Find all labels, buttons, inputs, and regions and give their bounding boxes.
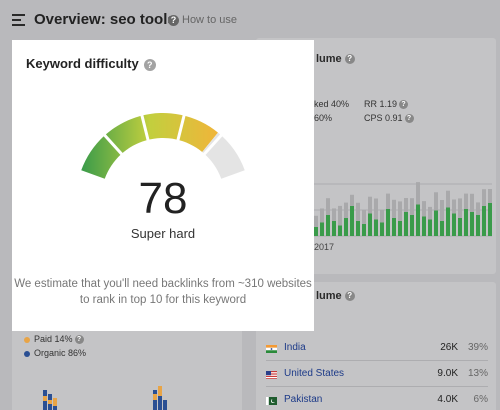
volume-bar-grey bbox=[458, 198, 462, 218]
keyword-difficulty-panel: Keyword difficulty? 78 Super hard We est… bbox=[12, 40, 314, 331]
volume-bar-green bbox=[464, 209, 468, 236]
volume-bar-green bbox=[374, 219, 378, 236]
country-row: Pakistan 4.0K 6% bbox=[266, 394, 488, 410]
volume-bar-grey bbox=[404, 198, 408, 212]
volume-bar-green bbox=[338, 225, 342, 236]
volume-bar-grey bbox=[446, 190, 450, 208]
traffic-share-card: Paid 14%? Organic 86% bbox=[12, 320, 242, 410]
india-flag-icon bbox=[266, 345, 277, 353]
volume-bar-grey bbox=[416, 182, 420, 205]
volume-bar-grey bbox=[314, 215, 318, 227]
year-label: 2017 bbox=[314, 242, 335, 252]
volume-bar-green bbox=[476, 215, 480, 236]
volume-bar-green bbox=[356, 221, 360, 236]
top-bar: Overview: seo tools ? How to use bbox=[0, 0, 500, 40]
country-volume: 9.0K bbox=[437, 368, 458, 379]
how-to-use-label: How to use bbox=[182, 14, 238, 26]
difficulty-score: 78 bbox=[138, 174, 188, 223]
volume-bar-grey bbox=[350, 194, 354, 206]
country-name[interactable]: India bbox=[284, 342, 306, 353]
how-to-use-link[interactable]: ? How to use bbox=[168, 14, 237, 26]
gauge-filled-arc bbox=[81, 113, 218, 179]
volume-bar-green bbox=[392, 218, 396, 236]
menu-icon[interactable] bbox=[12, 14, 25, 26]
volume-bar-green bbox=[404, 212, 408, 236]
difficulty-label: Super hard bbox=[130, 226, 196, 241]
country-volume: 4.0K bbox=[437, 394, 458, 405]
volume-bar-green bbox=[446, 207, 450, 236]
volume-bar-grey bbox=[386, 193, 390, 209]
country-name[interactable]: Pakistan bbox=[284, 394, 322, 405]
volume-bar-grey bbox=[452, 199, 456, 214]
country-row: United States 9.0K 13% bbox=[266, 368, 488, 388]
volume-bar-green bbox=[362, 224, 366, 236]
row-divider bbox=[266, 386, 488, 387]
volume-bar-grey bbox=[470, 193, 474, 212]
volume-bar-grey bbox=[482, 189, 486, 206]
volume-bar-grey bbox=[332, 208, 336, 221]
volume-bar-grey bbox=[380, 209, 384, 223]
help-icon[interactable]: ? bbox=[344, 291, 355, 302]
volume-bar-green bbox=[452, 213, 456, 236]
pakistan-flag-icon bbox=[266, 397, 277, 405]
volume-bar-grey bbox=[392, 199, 396, 218]
volume-bar-grey bbox=[428, 206, 432, 220]
volume-bar-grey bbox=[440, 200, 444, 221]
volume-bar-green bbox=[458, 218, 462, 236]
volume-bar-grey bbox=[362, 210, 366, 224]
country-name[interactable]: United States bbox=[284, 368, 344, 379]
volume-bar-green bbox=[380, 222, 384, 236]
country-percent: 39% bbox=[467, 342, 488, 353]
volume-bar-green bbox=[434, 210, 438, 236]
volume-bar-green bbox=[350, 206, 354, 236]
volume-bar-green bbox=[314, 227, 318, 236]
volume-bar-grey bbox=[488, 189, 492, 203]
country-volume: 26K bbox=[440, 342, 458, 353]
us-flag-icon bbox=[266, 371, 277, 379]
volume-bar-green bbox=[422, 216, 426, 236]
volume-bar-green bbox=[428, 219, 432, 236]
difficulty-description: We estimate that you'll need backlinks f… bbox=[14, 278, 312, 306]
volume-bar-green bbox=[332, 221, 336, 236]
help-icon: ? bbox=[168, 14, 179, 26]
volume-bar-grey bbox=[374, 198, 378, 220]
country-percent: 6% bbox=[473, 394, 488, 405]
volume-bar-grey bbox=[344, 202, 348, 218]
countries-title-text: lume bbox=[316, 290, 342, 302]
volume-bar-green bbox=[344, 218, 348, 236]
volume-bar-green bbox=[440, 221, 444, 236]
volume-bar-green bbox=[470, 212, 474, 236]
volume-bar-green bbox=[320, 222, 324, 236]
volume-bar-grey bbox=[410, 198, 414, 215]
countries-title: lume? bbox=[316, 290, 355, 302]
volume-bar-grey bbox=[326, 198, 330, 215]
volume-bar-grey bbox=[476, 202, 480, 215]
row-divider bbox=[266, 360, 488, 361]
volume-bar-grey bbox=[356, 202, 360, 221]
volume-bar-green bbox=[386, 209, 390, 236]
traffic-bar bbox=[43, 386, 167, 410]
volume-bar-green bbox=[368, 213, 372, 236]
volume-bar-green bbox=[410, 215, 414, 236]
volume-bar-grey bbox=[434, 192, 438, 211]
volume-bar-grey bbox=[368, 196, 372, 214]
volume-bar-grey bbox=[422, 201, 426, 217]
volume-bar-grey bbox=[464, 193, 468, 209]
country-percent: 13% bbox=[467, 368, 488, 379]
volume-bar-grey bbox=[338, 205, 342, 226]
volume-bar-green bbox=[326, 215, 330, 236]
volume-bar-green bbox=[398, 221, 402, 236]
volume-bar-green bbox=[488, 203, 492, 236]
volume-bar-green bbox=[482, 206, 486, 236]
volume-bar-grey bbox=[320, 208, 324, 223]
traffic-bars-chart bbox=[43, 386, 167, 410]
page-title: Overview: seo tools bbox=[34, 11, 176, 28]
volume-bar-green bbox=[416, 204, 420, 236]
volume-bar-grey bbox=[398, 201, 402, 221]
country-row: India 26K 39% bbox=[266, 342, 488, 362]
